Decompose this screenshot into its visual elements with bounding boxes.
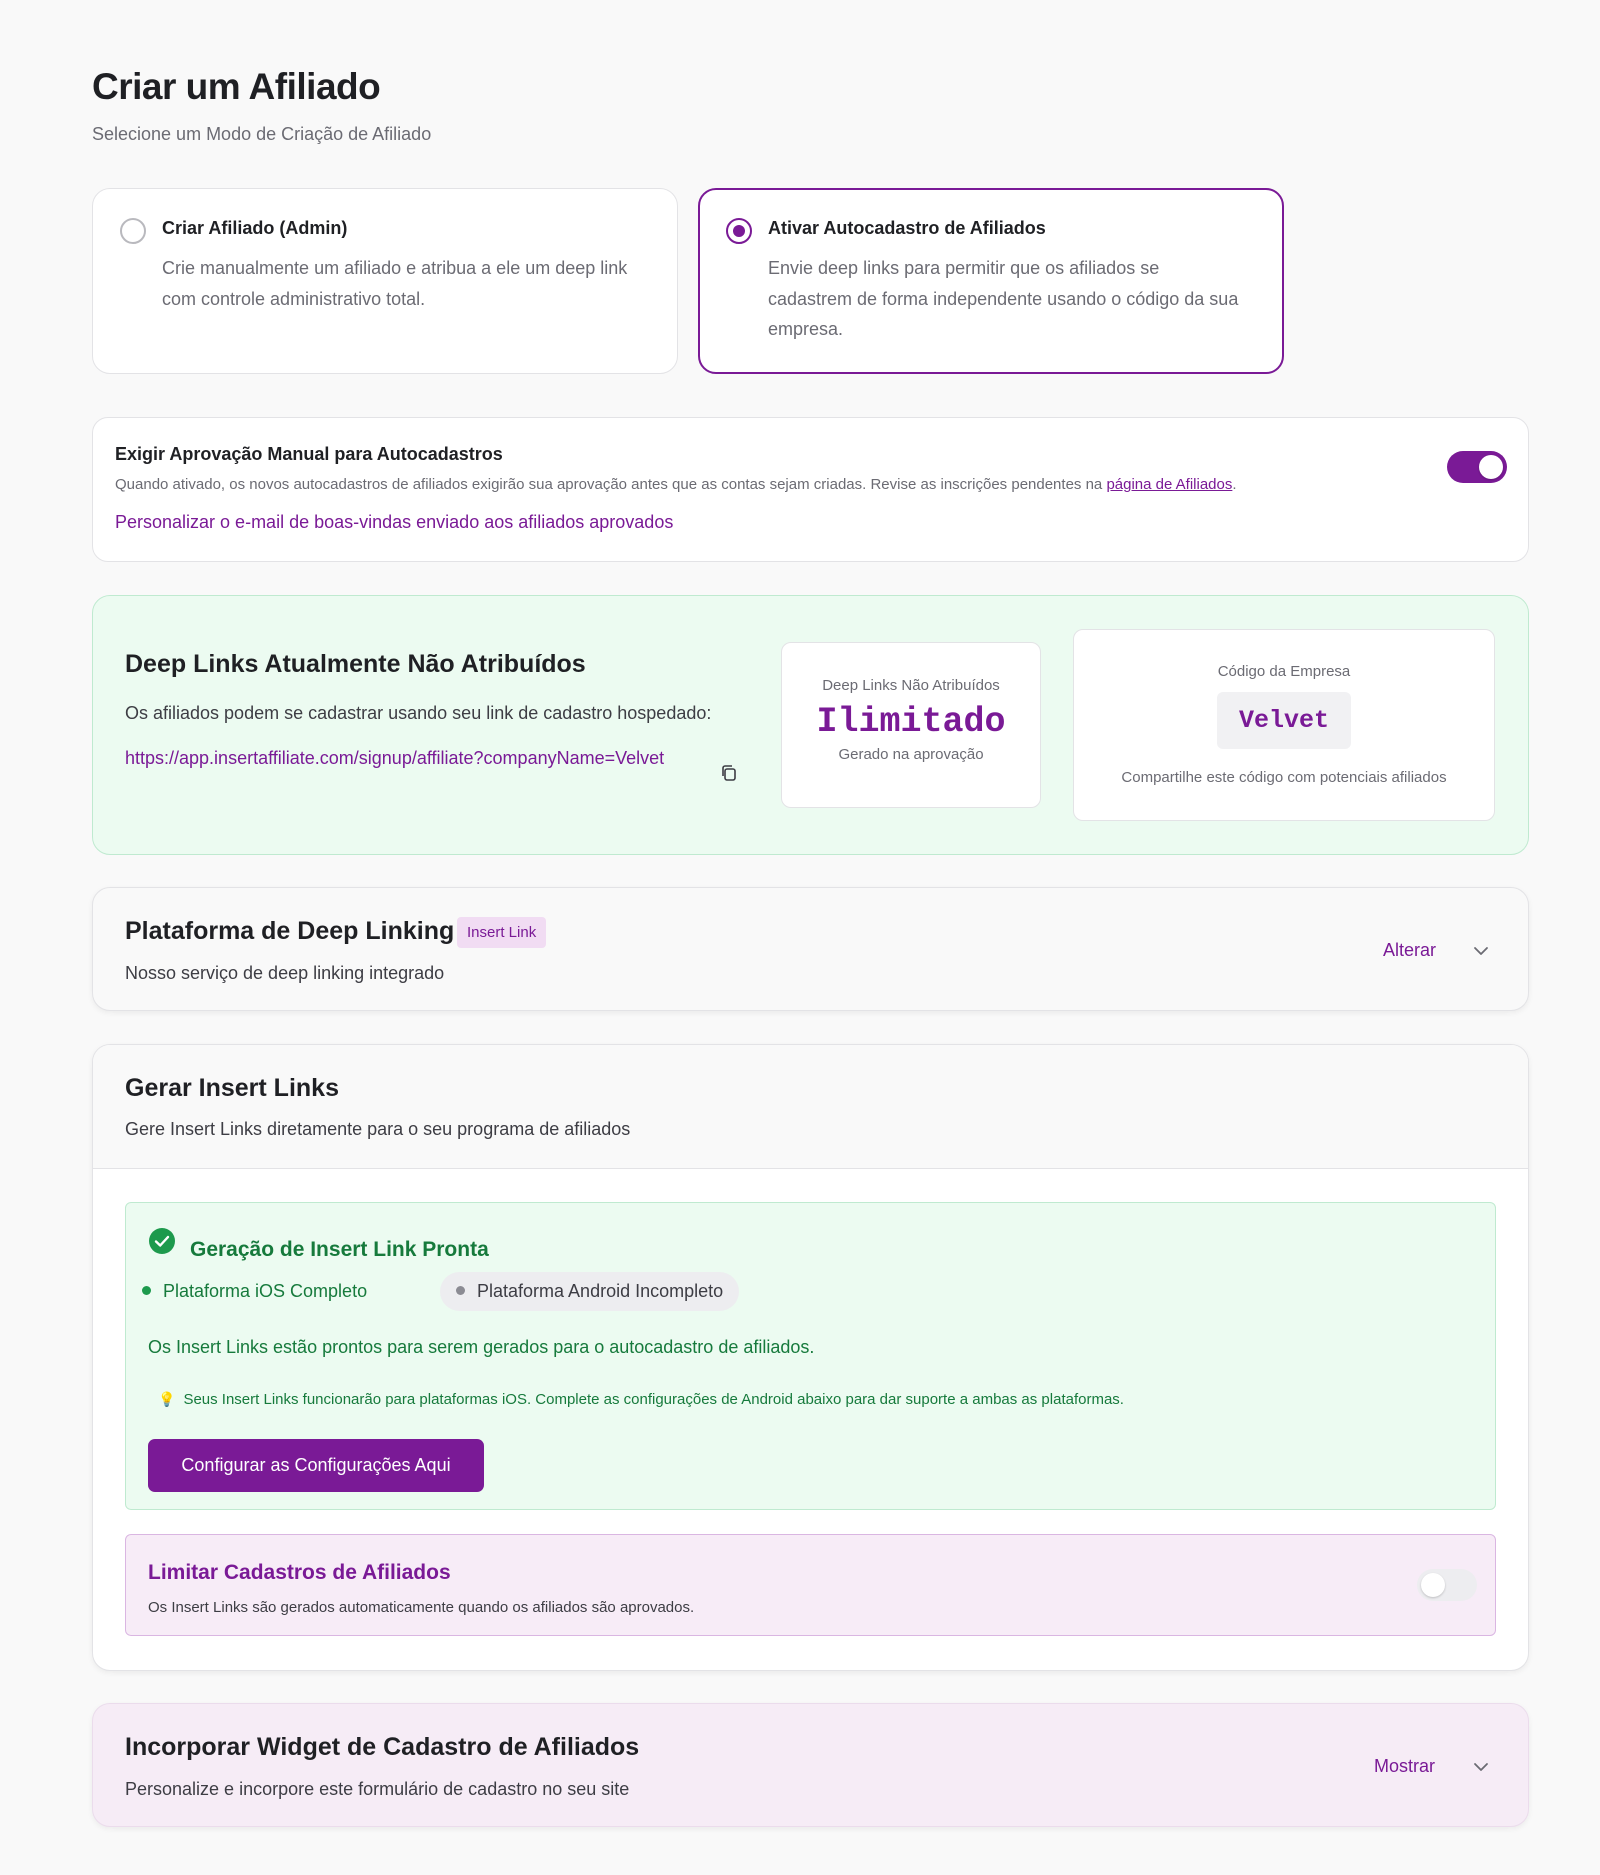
page-subtitle: Selecione um Modo de Criação de Afiliado [92, 124, 432, 144]
ios-status-pill: Plataforma iOS Completo [126, 1272, 383, 1311]
company-code-label: Código da Empresa [1217, 663, 1351, 680]
mode-card-self-signup[interactable]: Ativar Autocadastro de Afiliados Envie d… [698, 188, 1284, 374]
manual-approval-description-text: Quando ativado, os novos autocadastros d… [115, 476, 1107, 493]
unassigned-stat-note: Gerado na aprovação [838, 746, 984, 763]
toggle-knob [1479, 455, 1503, 479]
company-code-stat: Código da Empresa Velvet Compartilhe est… [1073, 629, 1495, 821]
page-title: Criar um Afiliado [92, 66, 381, 107]
unassigned-stat-value: Ilimitado [816, 702, 1006, 742]
ready-title: Geração de Insert Link Pronta [190, 1238, 489, 1261]
android-status-dot [456, 1285, 465, 1295]
generate-description: Gere Insert Links diretamente para o seu… [125, 1119, 631, 1139]
affiliates-page-link[interactable]: página de Afiliados [1106, 476, 1232, 493]
mode-admin-description: Crie manualmente um afiliado e atribua a… [162, 258, 628, 309]
manual-approval-title: Exigir Aprovação Manual para Autocadastr… [115, 444, 503, 464]
ios-tip: 💡 Seus Insert Links funcionarão para plat… [158, 1391, 1124, 1408]
configure-settings-button[interactable]: Configurar as Configurações Aqui [148, 1439, 484, 1492]
unassigned-deep-links-card: Deep Links Atualmente Não Atribuídos Os … [92, 595, 1529, 855]
toggle-knob [1421, 1573, 1445, 1597]
manual-approval-card: Exigir Aprovação Manual para Autocadastr… [92, 417, 1529, 562]
insert-link-ready-panel: Geração de Insert Link Pronta Plataforma… [125, 1202, 1496, 1510]
unassigned-deep-links-title: Deep Links Atualmente Não Atribuídos [125, 650, 586, 678]
ready-description: Os Insert Links estão prontos para serem… [148, 1337, 815, 1357]
unassigned-deep-links-stat: Deep Links Não Atribuídos Ilimitado Gera… [781, 642, 1041, 808]
lightbulb-icon: 💡 [158, 1391, 176, 1407]
change-platform-button[interactable]: Alterar [1383, 940, 1436, 961]
generate-title: Gerar Insert Links [125, 1074, 339, 1102]
ios-status-label: Plataforma iOS Completo [163, 1281, 368, 1301]
limit-signups-description: Os Insert Links são gerados automaticame… [148, 1599, 695, 1616]
copy-icon[interactable] [719, 763, 739, 783]
mode-card-admin[interactable]: Criar Afiliado (Admin) Crie manualmente … [92, 188, 678, 374]
signup-url-link[interactable]: https://app.insertaffiliate.com/signup/a… [125, 742, 710, 774]
generate-insert-links-card: Gerar Insert Links Gere Insert Links dir… [92, 1044, 1529, 1671]
mode-admin-radio[interactable] [120, 218, 146, 244]
signup-link-description: Os afiliados podem se cadastrar usando s… [125, 703, 712, 723]
embed-widget-card: Incorporar Widget de Cadastro de Afiliad… [92, 1703, 1529, 1827]
android-status-label: Plataforma Android Incompleto [477, 1281, 724, 1301]
generate-insert-links-header: Gerar Insert Links Gere Insert Links dir… [93, 1045, 1528, 1169]
chevron-down-icon[interactable] [1471, 941, 1491, 961]
widget-title: Incorporar Widget de Cadastro de Afiliad… [125, 1733, 640, 1761]
manual-approval-description-end: . [1232, 476, 1237, 493]
manual-approval-toggle[interactable] [1447, 451, 1507, 483]
limit-signups-panel: Limitar Cadastros de Afiliados Os Insert… [125, 1534, 1496, 1636]
mode-self-signup-radio[interactable] [726, 218, 752, 244]
deep-linking-platform-card: Plataforma de Deep Linking Insert Link N… [92, 887, 1529, 1011]
platform-badge: Insert Link [457, 917, 547, 948]
platform-title: Plataforma de Deep Linking [125, 917, 455, 945]
manual-approval-description: Quando ativado, os novos autocadastros d… [115, 476, 1237, 493]
customize-welcome-email-link[interactable]: Personalizar o e-mail de boas-vindas env… [115, 512, 673, 533]
unassigned-stat-label: Deep Links Não Atribuídos [822, 677, 1000, 694]
mode-self-signup-description: Envie deep links para permitir que os af… [768, 258, 1239, 339]
limit-signups-toggle[interactable] [1417, 1569, 1477, 1601]
mode-admin-title: Criar Afiliado (Admin) [162, 218, 348, 238]
check-circle-icon [149, 1228, 175, 1254]
company-code-value[interactable]: Velvet [1216, 692, 1351, 749]
limit-signups-title: Limitar Cadastros de Afiliados [148, 1561, 451, 1584]
widget-description: Personalize e incorpore este formulário … [125, 1779, 630, 1799]
page: Criar um Afiliado Selecione um Modo de C… [0, 0, 1600, 1875]
android-status-pill: Plataforma Android Incompleto [440, 1272, 740, 1311]
ios-status-dot [142, 1285, 151, 1295]
mode-self-signup-title: Ativar Autocadastro de Afiliados [768, 218, 1046, 238]
chevron-down-icon[interactable] [1471, 1757, 1491, 1777]
show-widget-button[interactable]: Mostrar [1374, 1756, 1435, 1777]
platform-description: Nosso serviço de deep linking integrado [125, 963, 445, 983]
company-code-note: Compartilhe este código com potenciais a… [1121, 769, 1447, 786]
ios-tip-text: Seus Insert Links funcionarão para plata… [183, 1391, 1124, 1408]
